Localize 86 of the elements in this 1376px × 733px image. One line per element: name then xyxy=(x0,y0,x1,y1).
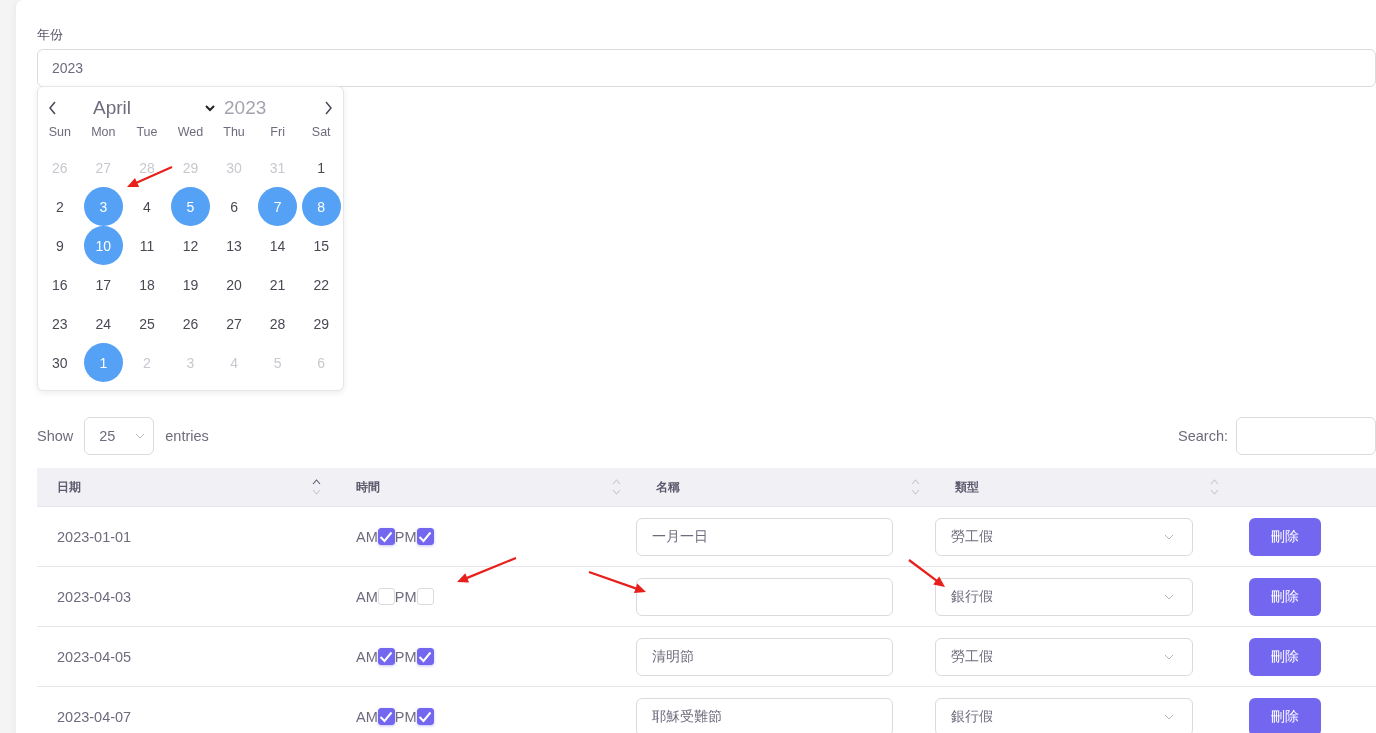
checkbox-label: PM xyxy=(394,708,417,725)
checkbox[interactable] xyxy=(377,708,395,725)
calendar-day[interactable]: 29 xyxy=(301,304,341,343)
calendar-day[interactable]: 9 xyxy=(40,226,80,265)
type-select[interactable]: 勞工假 xyxy=(935,517,1193,556)
weekday-label: Mon xyxy=(91,125,116,139)
calendar-day[interactable]: 18 xyxy=(127,265,167,304)
checkbox[interactable] xyxy=(377,648,395,665)
chevron-down-icon xyxy=(1164,533,1174,540)
checkbox-label: PM xyxy=(394,528,417,545)
type-select[interactable]: 銀行假 xyxy=(935,577,1193,616)
calendar-day[interactable]: 13 xyxy=(214,226,254,265)
calendar-day[interactable]: 17 xyxy=(83,265,123,304)
show-label: Show xyxy=(37,428,74,444)
weekday-label: Thu xyxy=(223,125,245,139)
chevron-down-icon xyxy=(1164,713,1174,720)
column-header[interactable]: 類型 xyxy=(955,478,979,496)
calendar-day[interactable]: 26 xyxy=(171,304,210,343)
checkbox-label: PM xyxy=(394,648,417,665)
delete-button[interactable]: 刪除 xyxy=(1249,517,1321,556)
calendar-day[interactable]: 20 xyxy=(214,265,254,304)
calendar-day[interactable]: 22 xyxy=(301,265,341,304)
search-label: Search: xyxy=(1178,428,1228,444)
weekday-label: Sun xyxy=(48,125,71,139)
calendar-day[interactable]: 24 xyxy=(83,304,123,343)
name-input[interactable]: 一月一日 xyxy=(636,517,893,556)
date-text: 2023-04-03 xyxy=(57,588,132,605)
date-text: 2023-01-01 xyxy=(57,528,132,545)
calendar-day[interactable]: 6 xyxy=(214,187,254,226)
calendar-day[interactable]: 23 xyxy=(40,304,80,343)
type-select[interactable]: 銀行假 xyxy=(935,697,1193,733)
calendar-day[interactable]: 25 xyxy=(127,304,167,343)
chevron-left-icon[interactable] xyxy=(48,101,57,115)
calendar-day[interactable]: 14 xyxy=(258,226,298,265)
date-text: 2023-04-05 xyxy=(57,648,132,665)
delete-button[interactable]: 刪除 xyxy=(1249,577,1321,616)
calendar-day[interactable]: 27 xyxy=(214,304,254,343)
checkbox[interactable] xyxy=(416,528,434,545)
calendar-day[interactable]: 1 xyxy=(301,148,341,187)
checkbox-label: AM xyxy=(356,648,378,665)
annotation-arrow xyxy=(588,571,646,594)
name-input[interactable] xyxy=(636,577,893,616)
checkbox[interactable] xyxy=(377,528,395,545)
calendar-day[interactable]: 2 xyxy=(40,187,80,226)
calendar-day[interactable]: 19 xyxy=(171,265,210,304)
year-input[interactable]: 2023 xyxy=(37,49,1376,87)
name-input[interactable]: 清明節 xyxy=(636,637,893,676)
chevron-down-icon xyxy=(1164,653,1174,660)
chevron-down-icon xyxy=(1164,593,1174,600)
weekday-label: Wed xyxy=(177,125,204,139)
column-header[interactable]: 日期 xyxy=(57,478,81,496)
weekday-label: Fri xyxy=(270,125,285,139)
calendar-day[interactable]: 12 xyxy=(171,226,210,265)
field-label: 年份 xyxy=(37,26,63,44)
search-input[interactable] xyxy=(1236,417,1376,455)
chevron-right-icon[interactable] xyxy=(324,101,333,115)
column-header[interactable]: 名稱 xyxy=(656,478,680,496)
calendar-day[interactable]: 15 xyxy=(301,226,341,265)
calendar-day[interactable]: 16 xyxy=(40,265,80,304)
chevron-down-icon xyxy=(135,433,146,439)
weekday-label: Tue xyxy=(136,125,158,139)
page-size-select[interactable]: 25 xyxy=(84,417,155,455)
annotation-arrow xyxy=(908,559,945,587)
checkbox-label: AM xyxy=(356,708,378,725)
annotation-arrow xyxy=(457,557,517,583)
weekday-label: Sat xyxy=(311,125,331,139)
caret-icon xyxy=(205,104,215,112)
type-select[interactable]: 勞工假 xyxy=(935,637,1193,676)
checkbox[interactable] xyxy=(416,648,434,665)
sort-icon[interactable] xyxy=(312,478,321,496)
calendar-day[interactable]: 21 xyxy=(258,265,298,304)
month-select[interactable]: April xyxy=(93,97,205,119)
calendar-day[interactable]: 28 xyxy=(258,304,298,343)
delete-button[interactable]: 刪除 xyxy=(1249,697,1321,733)
date-text: 2023-04-07 xyxy=(57,708,132,725)
delete-button[interactable]: 刪除 xyxy=(1249,637,1321,676)
calendar-day[interactable]: 11 xyxy=(127,226,167,265)
calendar-day[interactable]: 4 xyxy=(127,187,167,226)
checkbox-label: AM xyxy=(356,528,378,545)
entries-label: entries xyxy=(165,428,209,444)
checkbox-label: PM xyxy=(394,588,417,605)
column-header[interactable]: 時間 xyxy=(356,478,380,496)
calendar-day[interactable]: 30 xyxy=(40,343,80,382)
name-input[interactable]: 耶穌受難節 xyxy=(636,697,893,733)
checkbox[interactable] xyxy=(416,708,434,725)
checkbox-label: AM xyxy=(356,588,378,605)
